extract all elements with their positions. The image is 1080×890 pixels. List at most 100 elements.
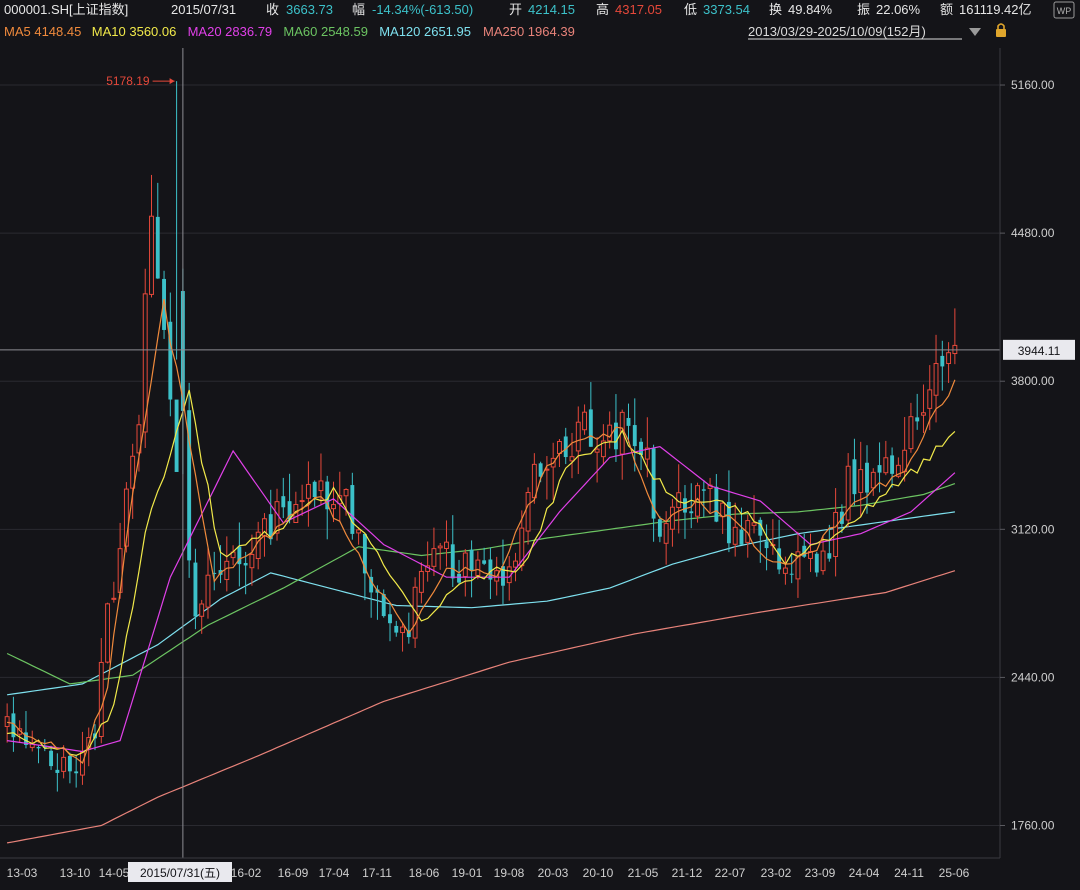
candle-body-up bbox=[299, 500, 305, 503]
range-label[interactable]: 2013/03/29-2025/10/09(152月) bbox=[748, 24, 926, 39]
x-tick-label: 20-03 bbox=[538, 866, 569, 880]
x-tick-label: 17-04 bbox=[319, 866, 350, 880]
candle-body-down bbox=[193, 562, 198, 617]
candle-body-down bbox=[488, 559, 493, 580]
candle-body-down bbox=[827, 553, 832, 559]
candle-body-down bbox=[632, 425, 637, 447]
low-label: 低 bbox=[684, 2, 697, 17]
candle-body-up bbox=[475, 559, 481, 576]
range-selector[interactable]: 2013/03/29-2025/10/09(152月) bbox=[748, 23, 1006, 40]
amplitude-label: 振 bbox=[857, 2, 870, 17]
stock-code: 000001.SH[上证指数] bbox=[4, 2, 128, 17]
lock-icon[interactable] bbox=[996, 23, 1006, 37]
candle-body-up bbox=[921, 412, 926, 416]
candle-body-down bbox=[852, 459, 857, 495]
candle-body-down bbox=[394, 625, 399, 633]
candle-body-up bbox=[669, 506, 675, 530]
x-tick-label: 19-01 bbox=[452, 866, 483, 880]
candle-body-up bbox=[111, 597, 117, 600]
y-tick-label: 2440.00 bbox=[1011, 670, 1055, 684]
triangle-down-icon[interactable] bbox=[969, 28, 981, 36]
x-selected-tick-label: 2015/07/31(五) bbox=[140, 866, 220, 880]
candle-body-up bbox=[732, 526, 738, 545]
candle-body-up bbox=[462, 552, 468, 578]
wp-badge[interactable]: WP bbox=[1053, 1, 1075, 19]
candle-body-up bbox=[331, 504, 336, 510]
ma-legend-item-ma120: MA120 2651.95 bbox=[379, 24, 471, 39]
low-value: 3373.54 bbox=[703, 2, 750, 17]
x-tick-label: 13-10 bbox=[60, 866, 91, 880]
candle-body-up bbox=[607, 424, 613, 442]
ma60-layer bbox=[6, 483, 956, 685]
candle-body-down bbox=[814, 553, 819, 573]
y-tick-label: 5160.00 bbox=[1011, 78, 1055, 92]
candle-body-up bbox=[663, 523, 669, 544]
price-grid bbox=[0, 84, 1000, 827]
bar-date: 2015/07/31 bbox=[171, 2, 236, 17]
x-tick-label: 21-05 bbox=[628, 866, 659, 880]
candle-body-up bbox=[513, 560, 518, 568]
candle-body-down bbox=[482, 560, 487, 564]
candle-body-up bbox=[883, 457, 889, 474]
chart-stage: 000001.SH[上证指数] 2015/07/31 收 3663.73 幅 -… bbox=[0, 0, 1080, 885]
ma60-line bbox=[6, 483, 956, 685]
ma-legend: MA5 4148.45 MA10 3560.06 MA20 2836.79 MA60 … bbox=[4, 24, 575, 39]
candle-body-down bbox=[243, 563, 248, 566]
candle-body-down bbox=[49, 750, 54, 767]
candle-body-up bbox=[569, 456, 575, 462]
overlay-layer: 3944.11 5178.19 bbox=[0, 48, 1075, 858]
candle-body-up bbox=[927, 389, 933, 409]
candle-body-down bbox=[865, 462, 869, 493]
open-label: 开 bbox=[509, 2, 522, 17]
x-tick-label: 23-02 bbox=[761, 866, 792, 880]
x-tick-label: 19-08 bbox=[494, 866, 525, 880]
x-tick-label: 14-05 bbox=[99, 866, 130, 880]
candle-body-up bbox=[305, 483, 311, 499]
y-tick-label: 3800.00 bbox=[1011, 374, 1055, 388]
candle-body-down bbox=[457, 573, 461, 583]
change-value: -14.34%(-613.50) bbox=[372, 2, 473, 17]
candle-body-down bbox=[701, 489, 706, 491]
candle-body-up bbox=[105, 603, 111, 663]
candle-body-down bbox=[588, 409, 593, 447]
candle-body-up bbox=[61, 756, 67, 772]
candle-body-down bbox=[55, 769, 60, 773]
x-tick-label: 25-06 bbox=[939, 866, 970, 880]
x-tick-label: 22-07 bbox=[715, 866, 746, 880]
candle-body-down bbox=[469, 549, 474, 571]
candle-body-up bbox=[149, 215, 154, 295]
ma-legend-item-ma10: MA10 3560.06 bbox=[92, 24, 177, 39]
candle-body-down bbox=[714, 486, 719, 522]
ma250-layer bbox=[6, 570, 956, 844]
close-value: 3663.73 bbox=[286, 2, 333, 17]
candle-body-up bbox=[437, 545, 443, 549]
x-tick-label: 16-09 bbox=[278, 866, 309, 880]
candle-body-up bbox=[820, 550, 826, 572]
change-label: 幅 bbox=[352, 2, 365, 17]
candle-body-up bbox=[531, 463, 537, 499]
x-tick-label: 24-11 bbox=[894, 866, 924, 880]
candle-body-up bbox=[343, 489, 349, 497]
open-value: 4214.15 bbox=[528, 2, 575, 17]
candle-body-up bbox=[418, 570, 424, 593]
candle-body-down bbox=[940, 355, 945, 367]
ma10-line bbox=[7, 389, 956, 757]
candle-body-down bbox=[312, 481, 317, 498]
candle-body-up bbox=[444, 541, 449, 550]
candle-body-up bbox=[870, 471, 876, 489]
ma10-layer bbox=[7, 389, 956, 757]
high-label: 高 bbox=[596, 2, 609, 17]
candle-body-down bbox=[657, 519, 662, 537]
candle-body-down bbox=[67, 755, 72, 772]
candle-body-down bbox=[739, 529, 744, 545]
candle-body-up bbox=[224, 560, 230, 581]
candle-body-down bbox=[626, 417, 631, 426]
candlestick-chart[interactable]: 000001.SH[上证指数] 2015/07/31 收 3663.73 幅 -… bbox=[0, 0, 1080, 885]
candle-body-down bbox=[789, 573, 794, 575]
ma-legend-item-ma250: MA250 1964.39 bbox=[483, 24, 575, 39]
amount-value: 161119.42亿 bbox=[959, 2, 1032, 17]
candle-body-down bbox=[683, 498, 687, 513]
candle-body-up bbox=[933, 363, 939, 396]
ma-legend-item-ma20: MA20 2836.79 bbox=[188, 24, 273, 39]
candle-body-down bbox=[388, 614, 392, 624]
